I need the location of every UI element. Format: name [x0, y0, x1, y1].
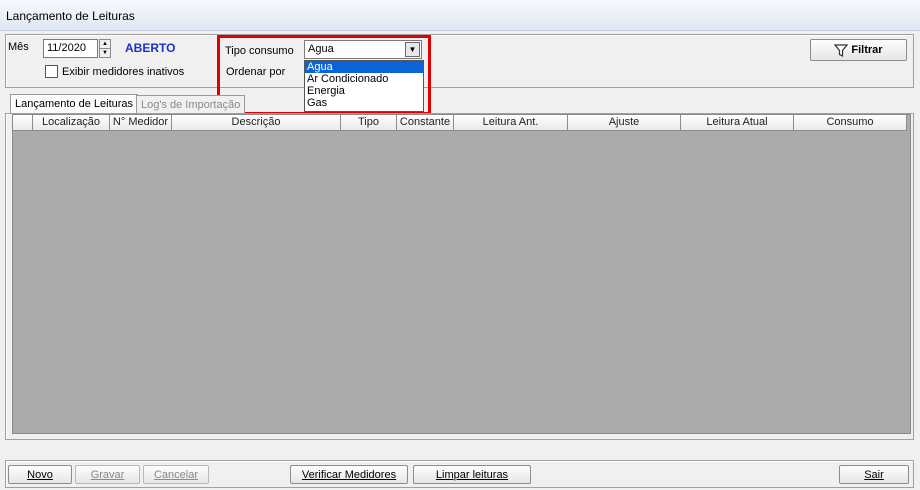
spin-down-icon[interactable]: ▼: [100, 49, 110, 57]
verificar-medidores-button[interactable]: Verificar Medidores: [290, 465, 408, 484]
limpar-button-label: Limpar leituras: [435, 468, 509, 481]
mes-label: Mês: [8, 41, 29, 53]
tab-logs-label: Log's de Importação: [141, 99, 241, 111]
mes-spinner[interactable]: ▲ ▼: [99, 39, 111, 58]
sair-button-label: Sair: [864, 468, 884, 481]
tab-lancamento-label: Lançamento de Leituras: [15, 98, 134, 110]
highlight-box: [217, 35, 431, 115]
column-header[interactable]: Leitura Ant.: [454, 115, 568, 131]
gravar-button-label: Gravar: [90, 468, 125, 481]
show-inactive-checkbox[interactable]: [45, 65, 58, 78]
column-header[interactable]: Consumo: [794, 115, 907, 131]
cancelar-button-label: Cancelar: [153, 468, 199, 481]
column-header[interactable]: Constante: [397, 115, 454, 131]
limpar-leituras-button[interactable]: Limpar leituras: [413, 465, 531, 484]
window-title: Lançamento de Leituras: [6, 9, 135, 23]
novo-button-label: Novo: [27, 468, 53, 481]
window-titlebar: Lançamento de Leituras: [0, 0, 920, 31]
funnel-icon: [834, 43, 849, 57]
status-label: ABERTO: [125, 41, 176, 55]
gravar-button[interactable]: Gravar: [75, 465, 140, 484]
grid-corner: [13, 115, 33, 131]
novo-button[interactable]: Novo: [8, 465, 72, 484]
cancelar-button[interactable]: Cancelar: [143, 465, 209, 484]
column-header[interactable]: Tipo: [341, 115, 397, 131]
show-inactive-label: Exibir medidores inativos: [62, 66, 185, 78]
readings-grid[interactable]: Localização N° Medidor Descrição Tipo Co…: [12, 114, 911, 434]
filter-button-label: Filtrar: [851, 44, 883, 56]
tab-logs-importacao[interactable]: Log's de Importação: [136, 95, 246, 114]
column-header[interactable]: N° Medidor: [110, 115, 172, 131]
column-header[interactable]: Leitura Atual: [681, 115, 794, 131]
tab-lancamento[interactable]: Lançamento de Leituras: [10, 94, 139, 114]
column-header[interactable]: Descrição: [172, 115, 341, 131]
column-header[interactable]: Localização: [33, 115, 110, 131]
spin-up-icon[interactable]: ▲: [100, 40, 110, 49]
column-header[interactable]: Ajuste: [568, 115, 681, 131]
mes-input[interactable]: 11/2020: [43, 39, 98, 58]
filter-button[interactable]: Filtrar: [810, 39, 907, 61]
mes-value: 11/2020: [47, 42, 86, 54]
sair-button[interactable]: Sair: [839, 465, 909, 484]
verificar-button-label: Verificar Medidores: [301, 468, 397, 481]
